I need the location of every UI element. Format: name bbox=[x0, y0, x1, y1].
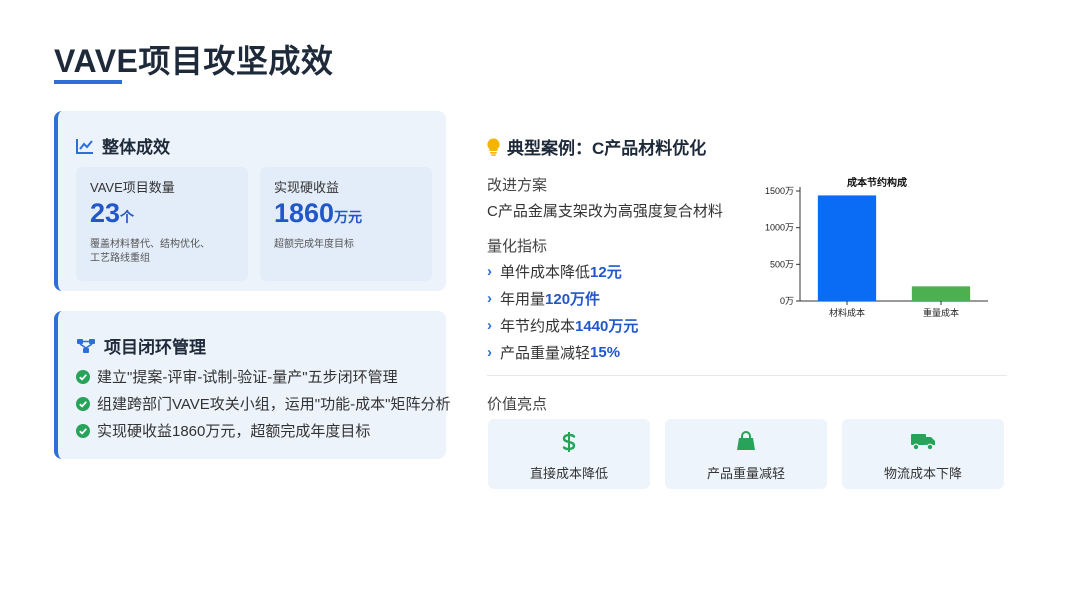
metric-label: VAVE项目数量 bbox=[90, 180, 175, 195]
chart-bars bbox=[817, 195, 971, 301]
metric-text: 年用量 bbox=[500, 291, 546, 308]
metric-text: 产品重量减轻 bbox=[500, 345, 591, 362]
list-item-text: 建立"提案-评审-试制-验证-量产"五步闭环管理 bbox=[97, 369, 398, 386]
bar bbox=[817, 195, 877, 301]
value-card-logistics: 物流成本下降 bbox=[842, 419, 1004, 489]
value-card-label: 物流成本下降 bbox=[883, 466, 962, 481]
chart-title: 成本节约构成 bbox=[847, 176, 907, 189]
list-item: 建立"提案-评审-试制-验证-量产"五步闭环管理 bbox=[76, 363, 450, 390]
closed-loop-list: 建立"提案-评审-试制-验证-量产"五步闭环管理 组建跨部门VAVE攻关小组，运… bbox=[76, 363, 450, 444]
y-tick-label: 500万 bbox=[770, 259, 794, 269]
metric-highlight: 15% bbox=[590, 344, 621, 361]
case-header: 典型案例：C产品材料优化 bbox=[487, 134, 706, 159]
value-card-label: 直接成本降低 bbox=[529, 466, 608, 481]
value-card-label: 产品重量减轻 bbox=[706, 466, 785, 481]
cost-savings-chart: 成本节约构成 0万 500万 1000万 1500万材料成本 重量成本 bbox=[750, 168, 1000, 328]
workflow-icon bbox=[77, 338, 95, 353]
metric-number: 23 bbox=[90, 198, 121, 228]
y-tick-label: 1000万 bbox=[765, 223, 794, 233]
case-title: 典型案例：C产品材料优化 bbox=[507, 139, 707, 158]
chart-svg: 成本节约构成 0万 500万 1000万 1500万材料成本 重量成本 bbox=[765, 176, 988, 318]
list-item: 实现硬收益1860万元，超额完成年度目标 bbox=[76, 417, 450, 444]
closed-loop-title: 项目闭环管理 bbox=[104, 338, 206, 357]
metric-description: 覆盖材料替代、结构优化、 工艺路线重组 bbox=[90, 239, 210, 264]
chevron-right-icon: › bbox=[487, 290, 492, 307]
overall-results-header: 整体成效 bbox=[76, 133, 170, 158]
shopping-bag-icon bbox=[737, 431, 755, 450]
check-circle-icon bbox=[76, 396, 90, 411]
chevron-right-icon: › bbox=[487, 263, 492, 280]
value-card-direct-cost: 直接成本降低 bbox=[488, 419, 650, 489]
truck-icon bbox=[911, 434, 935, 451]
list-item: › 年节约成本 1440万元 bbox=[487, 312, 638, 339]
page-title: VAVE项目攻坚成效 bbox=[54, 43, 334, 79]
x-tick-label: 重量成本 bbox=[923, 307, 959, 318]
chevron-right-icon: › bbox=[487, 317, 492, 334]
list-item: › 产品重量减轻 15% bbox=[487, 339, 638, 366]
metrics-row: VAVE项目数量 23个 覆盖材料替代、结构优化、 工艺路线重组 实现硬收益 1… bbox=[76, 167, 432, 281]
metric-highlight: 1440万元 bbox=[575, 318, 639, 335]
list-item-text: 组建跨部门VAVE攻关小组，运用"功能-成本"矩阵分析 bbox=[97, 396, 451, 413]
metric-text: 单件成本降低 bbox=[500, 264, 591, 281]
metric-value: 23个 bbox=[90, 198, 234, 232]
check-circle-icon bbox=[76, 369, 90, 384]
overall-results-card: 整体成效 VAVE项目数量 23个 覆盖材料替代、结构优化、 工艺路线重组 实现… bbox=[54, 111, 446, 291]
metric-number: 1860 bbox=[274, 198, 335, 228]
closed-loop-card: 项目闭环管理 建立"提案-评审-试制-验证-量产"五步闭环管理 组建跨部门VAV… bbox=[54, 311, 450, 459]
list-item: 组建跨部门VAVE攻关小组，运用"功能-成本"矩阵分析 bbox=[76, 390, 450, 417]
metrics-label: 量化指标 bbox=[487, 238, 548, 255]
chevron-right-icon: › bbox=[487, 344, 492, 361]
metric-project-count: VAVE项目数量 23个 覆盖材料替代、结构优化、 工艺路线重组 bbox=[76, 167, 248, 281]
metric-hard-benefit: 实现硬收益 1860万元 超额完成年度目标 bbox=[260, 167, 432, 281]
overall-results-title: 整体成效 bbox=[102, 138, 170, 157]
check-circle-icon bbox=[76, 423, 90, 438]
quantified-metrics-list: › 单件成本降低 12元 › 年用量 120万件 › 年节约成本 1440万元 › 产品重量减… bbox=[487, 258, 638, 366]
metric-text: 年节约成本 bbox=[500, 318, 576, 335]
list-item: › 单件成本降低 12元 bbox=[487, 258, 638, 285]
lightbulb-icon bbox=[487, 137, 500, 156]
value-card-weight: 产品重量减轻 bbox=[665, 419, 827, 489]
value-highlights-label: 价值亮点 bbox=[487, 396, 548, 413]
y-tick-label: 1500万 bbox=[765, 186, 794, 196]
metric-unit: 个 bbox=[120, 209, 135, 225]
y-tick-label: 0万 bbox=[780, 296, 794, 306]
plan-label: 改进方案 bbox=[487, 177, 548, 194]
metric-highlight: 12元 bbox=[590, 264, 622, 281]
list-item: › 年用量 120万件 bbox=[487, 285, 638, 312]
bar bbox=[911, 286, 971, 301]
x-tick-label: 材料成本 bbox=[829, 307, 865, 318]
metric-description: 超额完成年度目标 bbox=[274, 239, 354, 250]
title-underline bbox=[54, 80, 122, 84]
metric-value: 1860万元 bbox=[274, 198, 418, 232]
dollar-icon bbox=[562, 432, 576, 452]
metric-label: 实现硬收益 bbox=[274, 180, 340, 195]
metric-unit: 万元 bbox=[334, 209, 363, 225]
list-item-text: 实现硬收益1860万元，超额完成年度目标 bbox=[97, 423, 371, 440]
line-chart-icon bbox=[76, 138, 93, 154]
section-divider bbox=[487, 375, 1007, 376]
plan-text: C产品金属支架改为高强度复合材料 bbox=[487, 203, 723, 220]
metric-highlight: 120万件 bbox=[545, 291, 601, 308]
closed-loop-header: 项目闭环管理 bbox=[76, 333, 206, 358]
